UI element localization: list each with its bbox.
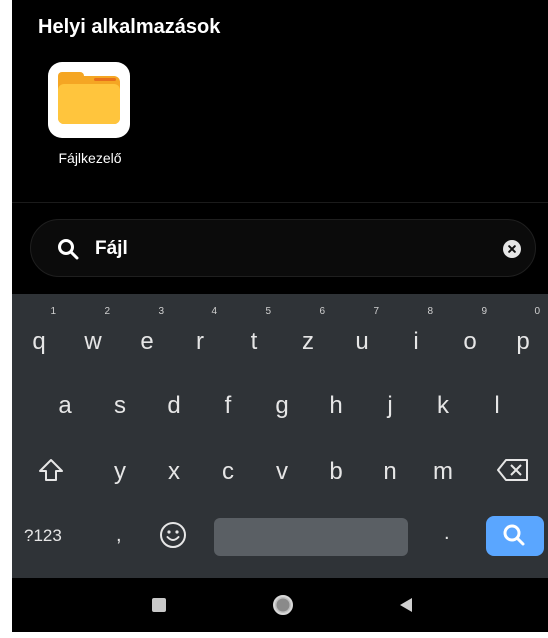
key-label: d (167, 392, 181, 419)
folder-tab (58, 72, 84, 82)
key-r[interactable]: 4r (175, 306, 225, 362)
key-h[interactable]: h (311, 378, 361, 432)
key-label: m (433, 458, 453, 485)
key-label: b (329, 458, 343, 485)
key-a[interactable]: a (40, 378, 90, 432)
key-c[interactable]: c (203, 444, 253, 498)
period-key[interactable]: . (444, 522, 450, 545)
key-label: t (250, 328, 258, 355)
key-label: g (275, 392, 289, 419)
key-label: q (32, 328, 46, 355)
key-label: x (168, 458, 180, 485)
key-hint: 8 (427, 306, 433, 317)
key-label: y (114, 458, 126, 485)
folder-front (58, 84, 120, 124)
key-i[interactable]: 8i (391, 306, 441, 362)
key-hint: 1 (50, 306, 56, 317)
key-j[interactable]: j (365, 378, 415, 432)
key-d[interactable]: d (149, 378, 199, 432)
key-label: f (224, 392, 232, 419)
navigation-bar (12, 578, 548, 632)
backspace-key[interactable] (488, 444, 538, 498)
section-title: Helyi alkalmazások (38, 16, 221, 38)
shift-key[interactable] (26, 444, 76, 498)
key-label: n (383, 458, 397, 485)
clear-icon[interactable] (503, 240, 521, 258)
screen-border-bottom (0, 632, 548, 638)
emoji-icon[interactable] (158, 520, 188, 550)
search-icon (503, 524, 525, 546)
symbols-key[interactable]: ?123 (24, 526, 62, 546)
key-b[interactable]: b (311, 444, 361, 498)
search-icon (58, 239, 79, 260)
keyboard: 1q 2w 3e 4r 5t 6z 7u 8i 9o 0p a s d f g … (12, 294, 548, 578)
key-label: z (302, 328, 314, 355)
key-label: u (355, 328, 369, 355)
key-label: w (84, 328, 102, 355)
comma-key[interactable]: , (116, 524, 122, 547)
key-v[interactable]: v (257, 444, 307, 498)
screen-border (0, 0, 12, 638)
key-l[interactable]: l (472, 378, 522, 432)
key-t[interactable]: 5t (229, 306, 279, 362)
key-o[interactable]: 9o (445, 306, 495, 362)
key-n[interactable]: n (365, 444, 415, 498)
key-p[interactable]: 0p (498, 306, 548, 362)
key-label: o (463, 328, 477, 355)
home-icon[interactable] (272, 594, 294, 616)
key-label: p (516, 328, 530, 355)
key-label: h (329, 392, 343, 419)
search-input[interactable]: Fájl (95, 238, 128, 260)
search-action-key[interactable] (486, 516, 544, 556)
key-s[interactable]: s (95, 378, 145, 432)
key-hint: 6 (319, 306, 325, 317)
space-key[interactable] (214, 518, 408, 556)
backspace-icon (497, 459, 528, 481)
key-k[interactable]: k (418, 378, 468, 432)
key-f[interactable]: f (203, 378, 253, 432)
key-e[interactable]: 3e (122, 306, 172, 362)
divider (12, 202, 548, 203)
key-x[interactable]: x (149, 444, 199, 498)
shift-icon (39, 459, 63, 481)
key-hint: 3 (158, 306, 164, 317)
file-manager-app-icon[interactable] (48, 62, 130, 138)
key-hint: 5 (265, 306, 271, 317)
key-label: v (276, 458, 288, 485)
key-z[interactable]: 6z (283, 306, 333, 362)
back-icon[interactable] (400, 598, 412, 612)
key-g[interactable]: g (257, 378, 307, 432)
key-u[interactable]: 7u (337, 306, 387, 362)
recents-icon[interactable] (152, 598, 166, 612)
folder-accent (94, 78, 116, 81)
key-hint: 7 (373, 306, 379, 317)
key-hint: 4 (211, 306, 217, 317)
key-label: c (222, 458, 234, 485)
key-hint: 2 (104, 306, 110, 317)
key-w[interactable]: 2w (68, 306, 118, 362)
key-label: r (196, 328, 204, 355)
key-label: s (114, 392, 126, 419)
key-hint: 9 (481, 306, 487, 317)
key-hint: 0 (534, 306, 540, 317)
key-label: e (140, 328, 154, 355)
key-m[interactable]: m (418, 444, 468, 498)
key-label: a (58, 392, 72, 419)
key-q[interactable]: 1q (14, 306, 64, 362)
key-y[interactable]: y (95, 444, 145, 498)
key-label: k (437, 392, 449, 419)
key-label: j (387, 392, 393, 419)
screen: Helyi alkalmazások Fájlkezelő Fájl 1q 2w… (12, 0, 548, 632)
search-bar[interactable]: Fájl (30, 219, 536, 277)
key-label: l (494, 392, 500, 419)
key-label: i (413, 328, 419, 355)
app-label[interactable]: Fájlkezelő (40, 150, 140, 166)
